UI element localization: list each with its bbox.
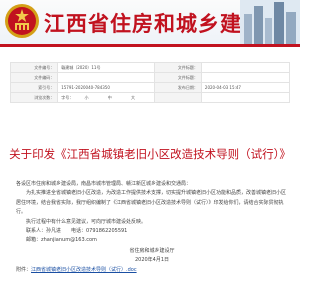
issue-date: 2020年4月1日 <box>134 257 170 264</box>
meta-row: 索引号： 15791-2020040-784350 发布日期： 2020-04-… <box>9 82 291 93</box>
meta-row: 浏览次数： 字号： 小 中 大 <box>9 92 291 103</box>
meta-key: 文件标题： <box>153 72 202 83</box>
font-size-large-link[interactable]: 大 <box>131 95 135 100</box>
meta-key: 文件编码： <box>9 72 59 83</box>
attachment-link[interactable]: 江西省城镇老旧小区改造技术导则（试行）.doc <box>31 267 137 273</box>
meta-value <box>57 72 155 83</box>
attachment-label: 附件： <box>16 266 32 273</box>
issuer: 省住房和城乡建设厅 <box>129 247 175 254</box>
site-header: 江西省住房和城乡建设厅 <box>0 0 300 44</box>
body-paragraph: 执行过程中有什么意见建议，可向厅城市建设处反映。 <box>26 218 147 225</box>
document-title: 关于印发《江西省城镇老旧小区改造技术导则（试行）》 <box>9 147 291 161</box>
meta-value <box>200 92 291 103</box>
salutation: 各设区市住房和城乡建设局，南昌市城市管理局、赣江新区城乡建设和交通局： <box>16 181 192 187</box>
attachment-line: 附件：江西省城镇老旧小区改造技术导则（试行）.doc <box>16 266 288 275</box>
meta-key: 文件标题： <box>153 62 202 73</box>
contact-email: 邮箱：zhanjianum@163.com <box>26 237 97 244</box>
meta-key: 浏览次数： <box>9 92 59 103</box>
meta-key: 文件编号： <box>9 62 59 73</box>
meta-row: 文件编码： 文件标题： <box>9 72 291 83</box>
meta-value <box>200 72 291 83</box>
font-size-small-link[interactable]: 小 <box>84 95 88 100</box>
font-size-medium-link[interactable]: 中 <box>108 95 112 100</box>
city-skyline-icon <box>240 0 300 44</box>
meta-value: 赣建城（2020）11号 <box>57 62 155 73</box>
contact-line: 联系人：孙凡进 电话：0791862205591 <box>26 228 128 235</box>
meta-key: 发布日期： <box>153 82 202 93</box>
font-size-label: 字号： <box>61 94 74 100</box>
body-paragraph: 为扎实推进全省城镇老旧小区改造，为改造工作提供技术支撑，切实提升城镇老旧小区功能… <box>16 190 287 216</box>
meta-value: 15791-2020040-784350 <box>57 82 155 93</box>
document-body: 各设区市住房和城乡建设局，南昌市城市管理局、赣江新区城乡建设和交通局： 为扎实推… <box>16 180 288 275</box>
meta-value: 2020-04-03 15:47 <box>200 82 291 93</box>
meta-row: 文件编号： 赣建城（2020）11号 文件标题： <box>9 62 291 73</box>
font-size-controls: 字号： 小 中 大 <box>57 92 155 103</box>
meta-value <box>200 62 291 73</box>
document-meta-table: 文件编号： 赣建城（2020）11号 文件标题： 文件编码： 文件标题： 索引号… <box>9 62 291 103</box>
meta-key: 索引号： <box>9 82 59 93</box>
header-divider <box>0 44 300 47</box>
national-emblem-icon <box>5 4 39 38</box>
meta-key <box>153 92 202 103</box>
